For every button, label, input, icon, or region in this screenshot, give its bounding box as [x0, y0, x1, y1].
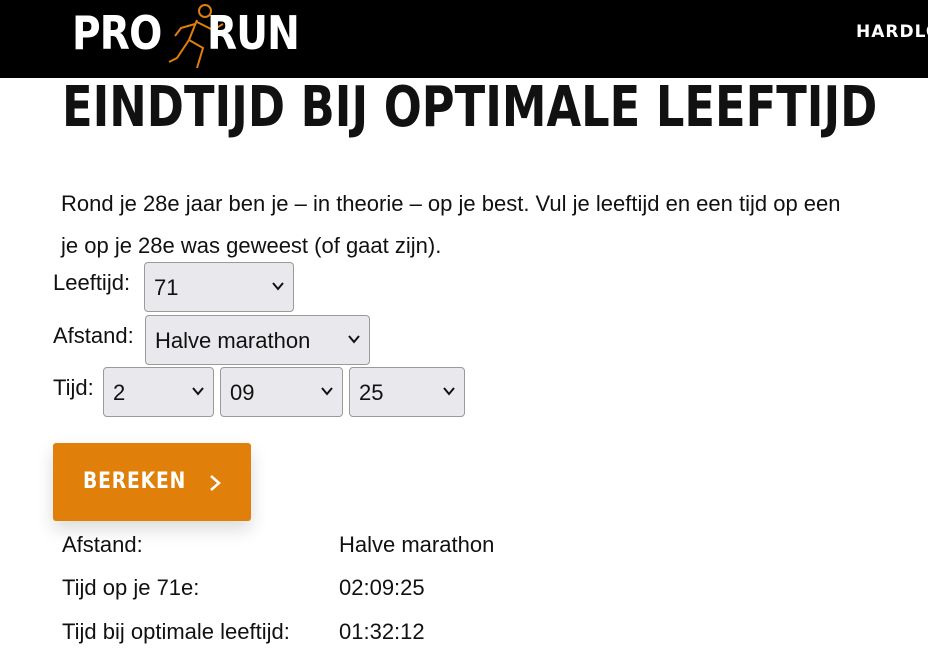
chevron-down-icon: [192, 387, 204, 396]
result-distance-value: Halve marathon: [339, 532, 495, 557]
time-label: Tijd:: [53, 375, 94, 400]
chevron-right-icon: [210, 475, 221, 491]
age-select[interactable]: 71: [144, 262, 294, 312]
minutes-select[interactable]: 09: [220, 367, 343, 417]
chevron-down-icon: [272, 282, 284, 291]
seconds-select[interactable]: 25: [349, 367, 465, 417]
result-time-at-age-value: 02:09:25: [339, 575, 425, 600]
logo-text-pro: PRO: [72, 6, 162, 60]
result-time-at-age-label: Tijd op je 71e:: [62, 575, 200, 600]
distance-label: Afstand:: [53, 323, 134, 348]
calculate-button[interactable]: BEREKEN: [53, 443, 251, 521]
intro-line-2: je op je 28e was geweest (of gaat zijn).: [61, 233, 442, 258]
age-select-value: 71: [154, 275, 179, 300]
result-optimal-value: 01:32:12: [339, 619, 425, 644]
distance-select-value: Halve marathon: [155, 328, 311, 353]
top-nav-bar: PRO RUN HARDLO: [0, 0, 928, 78]
result-distance-label: Afstand:: [62, 532, 143, 557]
calculate-button-label: BEREKEN: [83, 469, 187, 494]
seconds-select-value: 25: [359, 380, 384, 405]
minutes-select-value: 09: [230, 380, 255, 405]
page-title: Eindtijd bij optimale leeftijd: [62, 75, 878, 140]
chevron-down-icon: [443, 387, 455, 396]
age-label: Leeftijd:: [53, 270, 131, 295]
hours-select-value: 2: [113, 380, 126, 405]
prorun-logo[interactable]: PRO RUN: [72, 4, 302, 74]
logo-text-run: RUN: [207, 6, 300, 60]
nav-link-hardlopen[interactable]: HARDLO: [856, 22, 928, 42]
chevron-down-icon: [321, 387, 333, 396]
distance-select[interactable]: Halve marathon: [145, 315, 370, 365]
hours-select[interactable]: 2: [103, 367, 214, 417]
result-optimal-label: Tijd bij optimale leeftijd:: [62, 619, 290, 644]
intro-line-1: Rond je 28e jaar ben je – in theorie – o…: [61, 191, 841, 216]
chevron-down-icon: [348, 335, 360, 344]
intro-text: Rond je 28e jaar ben je – in theorie – o…: [61, 183, 928, 267]
